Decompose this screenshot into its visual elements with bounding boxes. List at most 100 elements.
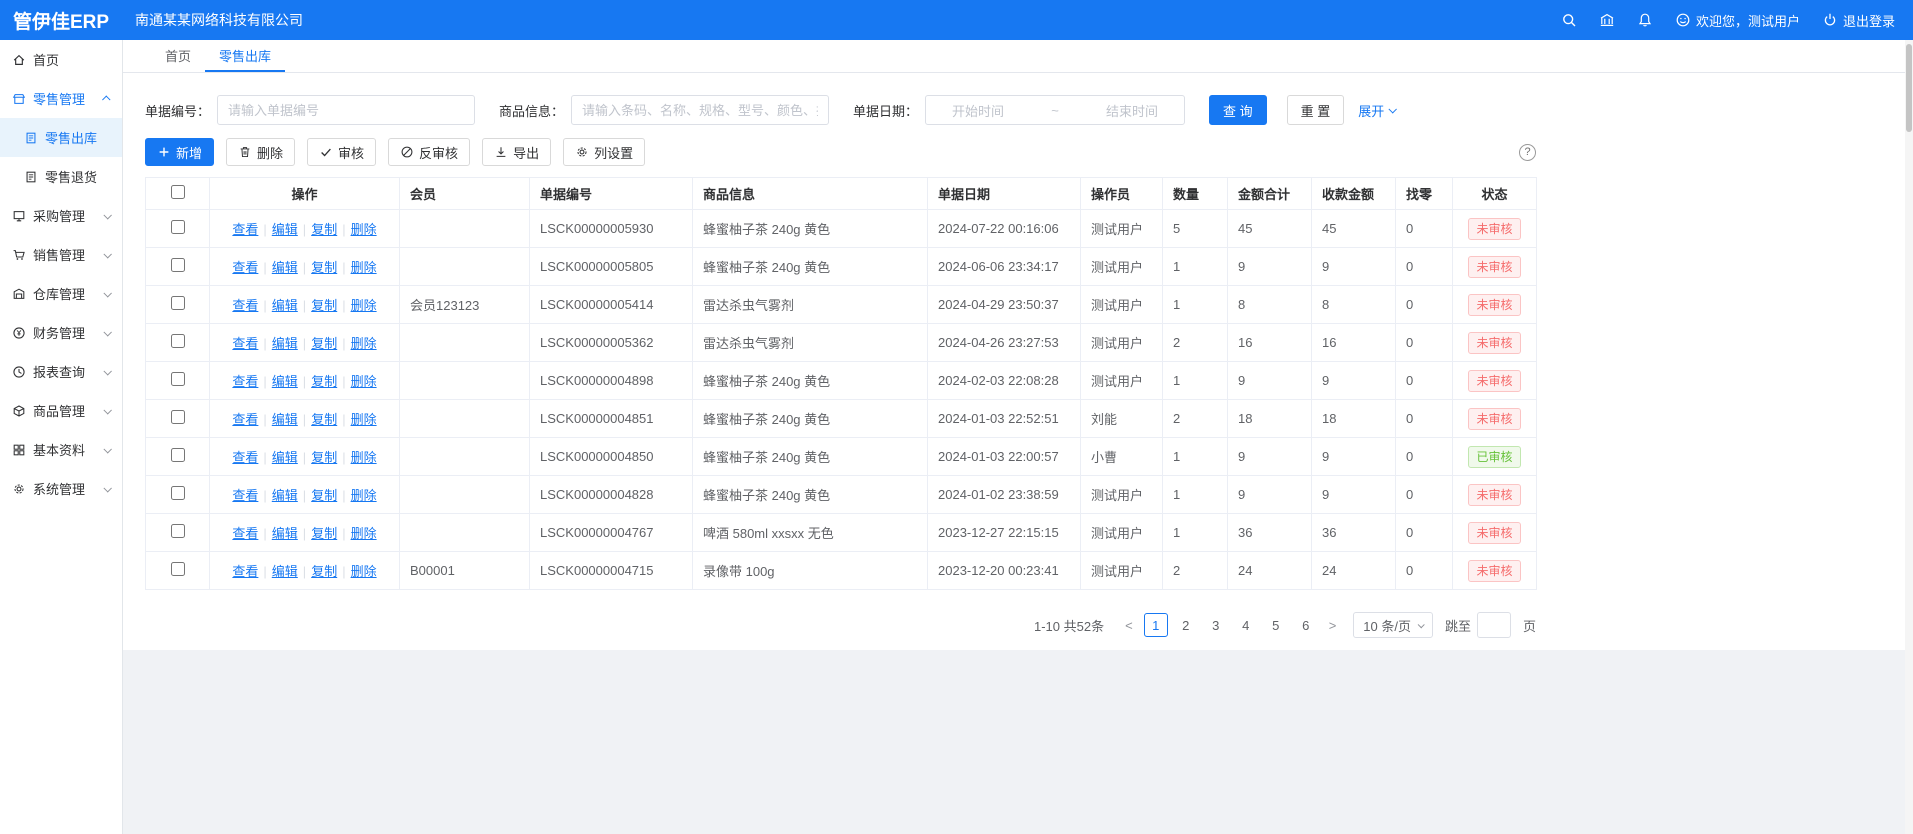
sidebar-subitem-retail-return[interactable]: 零售退货 xyxy=(0,157,122,196)
row-action-edit[interactable]: 编辑 xyxy=(272,526,298,541)
tab-retail-outbound[interactable]: 零售出库 xyxy=(205,40,285,72)
add-button[interactable]: 新增 xyxy=(145,138,214,166)
sidebar-item-sales[interactable]: 销售管理 xyxy=(0,235,122,274)
row-action-edit[interactable]: 编辑 xyxy=(272,488,298,503)
row-action-edit[interactable]: 编辑 xyxy=(272,412,298,427)
audit-button[interactable]: 审核 xyxy=(307,138,376,166)
row-action-view[interactable]: 查看 xyxy=(232,412,258,427)
row-action-copy[interactable]: 复制 xyxy=(311,374,337,389)
row-action-copy[interactable]: 复制 xyxy=(311,412,337,427)
prev-page-button[interactable]: < xyxy=(1120,618,1138,633)
product-info-input[interactable] xyxy=(571,95,829,125)
sidebar-item-goods[interactable]: 商品管理 xyxy=(0,391,122,430)
row-action-delete[interactable]: 删除 xyxy=(351,298,377,313)
page-number-6[interactable]: 6 xyxy=(1294,613,1318,637)
row-checkbox[interactable] xyxy=(171,258,185,272)
row-action-delete[interactable]: 删除 xyxy=(351,336,377,351)
next-page-button[interactable]: > xyxy=(1324,618,1342,633)
link-separator: | xyxy=(342,564,345,579)
sidebar-item-finance[interactable]: 财务管理 xyxy=(0,313,122,352)
search-icon[interactable] xyxy=(1561,12,1577,28)
row-action-copy[interactable]: 复制 xyxy=(311,222,337,237)
page-size-select[interactable]: 10 条/页 xyxy=(1353,612,1433,638)
row-action-view[interactable]: 查看 xyxy=(232,260,258,275)
row-action-copy[interactable]: 复制 xyxy=(311,526,337,541)
bell-icon[interactable] xyxy=(1637,12,1653,28)
page-number-5[interactable]: 5 xyxy=(1264,613,1288,637)
sidebar-item-system[interactable]: 系统管理 xyxy=(0,469,122,508)
row-action-delete[interactable]: 删除 xyxy=(351,488,377,503)
row-checkbox[interactable] xyxy=(171,372,185,386)
row-action-edit[interactable]: 编辑 xyxy=(272,222,298,237)
row-action-delete[interactable]: 删除 xyxy=(351,412,377,427)
sidebar-item-warehouse[interactable]: 仓库管理 xyxy=(0,274,122,313)
row-action-edit[interactable]: 编辑 xyxy=(272,298,298,313)
cell-product: 蜂蜜柚子茶 240g 黄色 xyxy=(693,438,928,476)
page-number-1[interactable]: 1 xyxy=(1144,613,1168,637)
row-checkbox[interactable] xyxy=(171,220,185,234)
row-action-delete[interactable]: 删除 xyxy=(351,450,377,465)
row-action-edit[interactable]: 编辑 xyxy=(272,374,298,389)
cell-amount: 36 xyxy=(1228,514,1312,552)
row-action-edit[interactable]: 编辑 xyxy=(272,260,298,275)
row-action-copy[interactable]: 复制 xyxy=(311,298,337,313)
export-button[interactable]: 导出 xyxy=(482,138,551,166)
row-action-view[interactable]: 查看 xyxy=(232,488,258,503)
row-action-copy[interactable]: 复制 xyxy=(311,260,337,275)
unaudit-button[interactable]: 反审核 xyxy=(388,138,470,166)
logout-button[interactable]: 退出登录 xyxy=(1822,11,1895,30)
row-checkbox[interactable] xyxy=(171,410,185,424)
row-checkbox[interactable] xyxy=(171,486,185,500)
row-action-delete[interactable]: 删除 xyxy=(351,374,377,389)
row-action-view[interactable]: 查看 xyxy=(232,450,258,465)
row-action-copy[interactable]: 复制 xyxy=(311,450,337,465)
row-checkbox[interactable] xyxy=(171,448,185,462)
row-action-delete[interactable]: 删除 xyxy=(351,564,377,579)
row-action-copy[interactable]: 复制 xyxy=(311,488,337,503)
bank-icon[interactable] xyxy=(1599,12,1615,28)
row-checkbox[interactable] xyxy=(171,562,185,576)
sidebar-item-basic[interactable]: 基本资料 xyxy=(0,430,122,469)
sidebar-subitem-retail-outbound[interactable]: 零售出库 xyxy=(0,118,122,157)
row-action-edit[interactable]: 编辑 xyxy=(272,336,298,351)
row-action-view[interactable]: 查看 xyxy=(232,222,258,237)
page-number-2[interactable]: 2 xyxy=(1174,613,1198,637)
reset-button[interactable]: 重 置 xyxy=(1287,95,1345,125)
page-number-4[interactable]: 4 xyxy=(1234,613,1258,637)
scrollbar-thumb[interactable] xyxy=(1906,44,1912,132)
row-checkbox[interactable] xyxy=(171,524,185,538)
jump-page-input[interactable] xyxy=(1477,612,1511,638)
search-button[interactable]: 查 询 xyxy=(1209,95,1267,125)
sidebar-item-home[interactable]: 首页 xyxy=(0,40,122,79)
row-action-delete[interactable]: 删除 xyxy=(351,260,377,275)
row-action-copy[interactable]: 复制 xyxy=(311,564,337,579)
cell-received: 9 xyxy=(1312,248,1396,286)
expand-link[interactable]: 展开 xyxy=(1358,101,1395,120)
row-action-view[interactable]: 查看 xyxy=(232,374,258,389)
sidebar-item-retail[interactable]: 零售管理 xyxy=(0,79,122,118)
sidebar-item-purchase[interactable]: 采购管理 xyxy=(0,196,122,235)
row-action-view[interactable]: 查看 xyxy=(232,298,258,313)
date-range-picker[interactable]: 开始时间 ~ 结束时间 xyxy=(925,95,1185,125)
row-action-view[interactable]: 查看 xyxy=(232,564,258,579)
help-icon[interactable]: ? xyxy=(1519,144,1536,161)
row-action-edit[interactable]: 编辑 xyxy=(272,564,298,579)
welcome-user[interactable]: 欢迎您，测试用户 xyxy=(1675,11,1800,30)
columns-button[interactable]: 列设置 xyxy=(563,138,645,166)
row-action-delete[interactable]: 删除 xyxy=(351,526,377,541)
row-action-copy[interactable]: 复制 xyxy=(311,336,337,351)
tab-home[interactable]: 首页 xyxy=(151,40,205,72)
delete-button[interactable]: 删除 xyxy=(226,138,295,166)
row-action-view[interactable]: 查看 xyxy=(232,336,258,351)
page-number-3[interactable]: 3 xyxy=(1204,613,1228,637)
select-all-checkbox[interactable] xyxy=(171,185,185,199)
ban-icon xyxy=(400,145,414,159)
row-action-edit[interactable]: 编辑 xyxy=(272,450,298,465)
row-checkbox[interactable] xyxy=(171,296,185,310)
row-checkbox[interactable] xyxy=(171,334,185,348)
row-action-view[interactable]: 查看 xyxy=(232,526,258,541)
row-action-delete[interactable]: 删除 xyxy=(351,222,377,237)
sidebar-item-reports[interactable]: 报表查询 xyxy=(0,352,122,391)
bill-no-input[interactable] xyxy=(217,95,475,125)
scrollbar[interactable] xyxy=(1905,40,1913,834)
